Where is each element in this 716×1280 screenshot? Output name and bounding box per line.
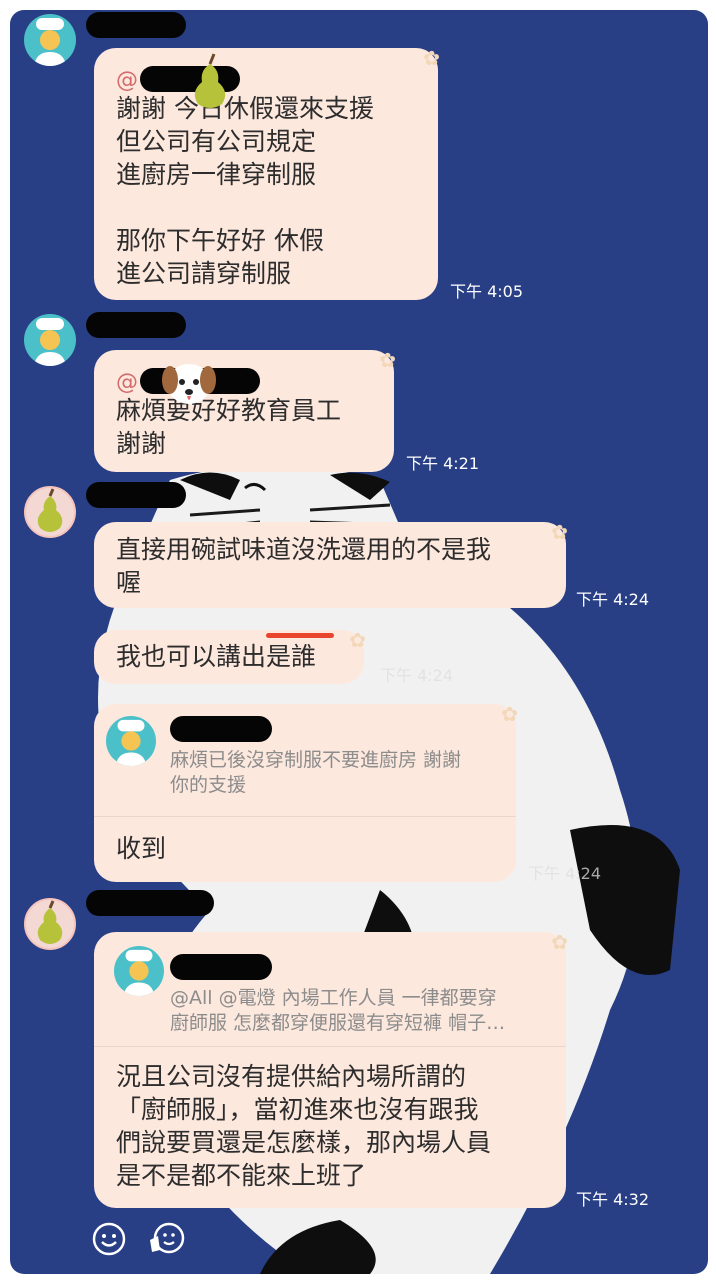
pear-icon [194, 53, 226, 108]
sender-avatar[interactable] [24, 898, 76, 950]
message-time: 下午 4:24 [576, 590, 650, 609]
message-text: 直接用碗試味道沒洗還用的不是我 喔 [116, 535, 492, 597]
sticker-icon[interactable] [148, 1220, 186, 1256]
pear-icon [37, 900, 63, 944]
quoted-avatar [106, 716, 156, 766]
message-bubble[interactable]: @ 謝謝 今日休假還來支援 但公司有公司規定 進廚房一律穿制服 那你下午好好 休… [94, 46, 440, 300]
mention-prefix[interactable]: @ [116, 370, 138, 395]
message-bubble[interactable]: 直接用碗試味道沒洗還用的不是我 喔 ✿ [94, 520, 568, 608]
chef-icon [115, 719, 147, 766]
message-text: 況且公司沒有提供給內場所謂的 「廚師服」，當初進來也沒有跟我 們說要買還是怎麼樣… [116, 1062, 492, 1190]
quoted-message[interactable]: 麻煩已後沒穿制服不要進廚房 謝謝 你的支援 [94, 704, 516, 817]
message-text: 謝謝 今日休假還來支援 但公司有公司規定 進廚房一律穿制服 那你下午好好 休假 … [116, 94, 374, 288]
reply-message-bubble[interactable]: 麻煩已後沒穿制服不要進廚房 謝謝 你的支援 收到 ✿ [94, 702, 518, 882]
smiley-icon[interactable] [92, 1222, 126, 1256]
message-bubble[interactable]: @ 麻煩要好好教育員工 謝謝 ✿ [94, 348, 396, 472]
quoted-name-redacted [170, 716, 272, 742]
dog-icon [162, 364, 216, 404]
sender-name-redacted [86, 890, 214, 916]
sender-name-redacted [86, 12, 186, 38]
message-time: 下午 4:21 [406, 454, 480, 473]
input-toolbar [10, 1206, 708, 1274]
flower-icon: ✿ [379, 348, 396, 372]
message-text: 麻煩要好好教育員工 謝謝 [116, 396, 342, 458]
sender-name-redacted [86, 312, 186, 338]
quoted-avatar [114, 946, 164, 996]
flower-icon: ✿ [349, 628, 366, 652]
message-time: 下午 4:24 [380, 666, 454, 685]
message-text: 收到 [116, 834, 167, 863]
chef-icon [34, 318, 66, 366]
quoted-text: @All @電燈 內場工作人員 一律都要穿 廚師服 怎麼都穿便服還有穿短褲 帽子… [170, 987, 506, 1034]
sender-name-redacted [86, 482, 186, 508]
flower-icon: ✿ [551, 520, 568, 544]
sender-avatar[interactable] [24, 14, 76, 66]
quoted-text: 麻煩已後沒穿制服不要進廚房 謝謝 你的支援 [170, 749, 462, 796]
reply-message-bubble[interactable]: @All @電燈 內場工作人員 一律都要穿 廚師服 怎麼都穿便服還有穿短褲 帽子… [94, 930, 568, 1208]
chef-icon [34, 18, 66, 66]
pear-icon [37, 488, 63, 532]
message-time: 下午 4:24 [528, 864, 602, 883]
flower-icon: ✿ [551, 930, 568, 954]
sender-avatar[interactable] [24, 314, 76, 366]
mention-prefix[interactable]: @ [116, 68, 138, 93]
sender-avatar[interactable] [24, 486, 76, 538]
highlight-mark [266, 633, 334, 638]
quoted-name-redacted [170, 954, 272, 980]
message-bubble[interactable]: 我也可以講出是誰 ✿ [94, 628, 366, 684]
message-text: 我也可以講出是誰 [116, 642, 317, 671]
flower-icon: ✿ [501, 702, 518, 726]
message-time: 下午 4:05 [450, 282, 524, 301]
chef-icon [123, 949, 155, 996]
quoted-message[interactable]: @All @電燈 內場工作人員 一律都要穿 廚師服 怎麼都穿便服還有穿短褲 帽子… [94, 932, 566, 1047]
chat-screen: @ 謝謝 今日休假還來支援 但公司有公司規定 進廚房一律穿制服 那你下午好好 休… [10, 10, 708, 1274]
flower-icon: ✿ [423, 46, 440, 70]
